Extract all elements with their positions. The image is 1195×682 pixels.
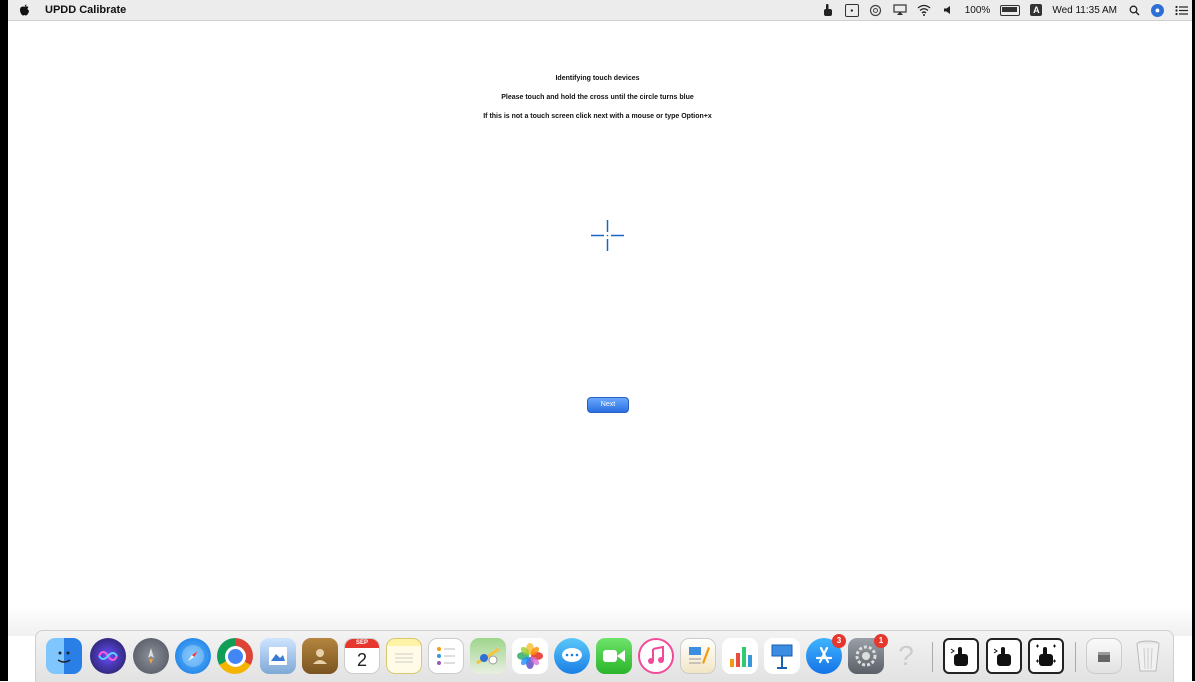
screen-mirror-icon[interactable]: ▪: [844, 3, 859, 17]
finder-icon[interactable]: [46, 638, 82, 674]
instruction-line-2: If this is not a touch screen click next…: [483, 113, 712, 120]
trash-icon[interactable]: [1130, 638, 1166, 674]
system-preferences-badge: 1: [874, 634, 888, 648]
airplay-icon[interactable]: [893, 3, 907, 17]
touch-hand-icon[interactable]: [821, 3, 835, 17]
battery-percent[interactable]: 100%: [965, 5, 991, 16]
numbers-icon[interactable]: [722, 638, 758, 674]
battery-icon[interactable]: [1000, 4, 1021, 16]
reminders-icon[interactable]: [428, 638, 464, 674]
facetime-icon[interactable]: [596, 638, 632, 674]
dock-separator: [932, 642, 933, 672]
status-area: ▪ 100% A Wed 11:35 AM ●: [821, 0, 1188, 20]
safari-icon[interactable]: [175, 638, 211, 674]
input-source-icon[interactable]: A: [1030, 4, 1043, 16]
calendar-month: SEP: [345, 639, 379, 648]
app-store-badge: 3: [832, 634, 846, 648]
clock[interactable]: Wed 11:35 AM: [1052, 5, 1117, 16]
updd-touch-icon-1[interactable]: [943, 638, 979, 674]
updd-touch-icon-2[interactable]: [986, 638, 1022, 674]
menu-bar: UPDD Calibrate ▪ 100% A Wed 11:35 AM ●: [8, 0, 1192, 21]
system-preferences-icon[interactable]: 1: [848, 634, 888, 674]
maps-icon[interactable]: [470, 638, 506, 674]
dock-separator-2: [1075, 642, 1076, 672]
photos-icon[interactable]: [512, 638, 548, 674]
calibration-crosshair[interactable]: [591, 220, 624, 251]
document-stack-icon[interactable]: [1086, 638, 1122, 674]
notification-center-icon[interactable]: [1174, 3, 1188, 17]
sync-icon[interactable]: [869, 3, 883, 17]
siri-icon[interactable]: ●: [1151, 3, 1164, 17]
instruction-line-1: Please touch and hold the cross until th…: [501, 94, 694, 101]
calendar-day: 2: [356, 650, 367, 670]
frame-left: [0, 0, 8, 681]
instruction-title: Identifying touch devices: [555, 75, 640, 82]
calendar-icon[interactable]: SEP 2: [344, 638, 380, 674]
volume-icon[interactable]: [941, 3, 955, 17]
spotlight-search-icon[interactable]: [1127, 3, 1141, 17]
contacts-icon[interactable]: [302, 638, 338, 674]
next-button[interactable]: Next: [587, 397, 629, 413]
preview-icon[interactable]: [260, 638, 296, 674]
keynote-icon[interactable]: [764, 638, 800, 674]
apple-menu-icon[interactable]: [18, 4, 30, 16]
app-name-menu[interactable]: UPDD Calibrate: [45, 4, 126, 16]
app-store-icon[interactable]: 3: [806, 634, 846, 674]
updd-touch-icon-3[interactable]: [1028, 638, 1064, 674]
wifi-icon[interactable]: [917, 3, 931, 17]
launchpad-icon[interactable]: [133, 638, 169, 674]
messages-icon[interactable]: [554, 638, 590, 674]
chrome-icon[interactable]: [217, 638, 253, 674]
help-icon[interactable]: ?: [888, 638, 924, 674]
itunes-icon[interactable]: [638, 638, 674, 674]
notes-icon[interactable]: [386, 638, 422, 674]
pages-icon[interactable]: [680, 638, 716, 674]
siri-dock-icon[interactable]: [90, 638, 126, 674]
